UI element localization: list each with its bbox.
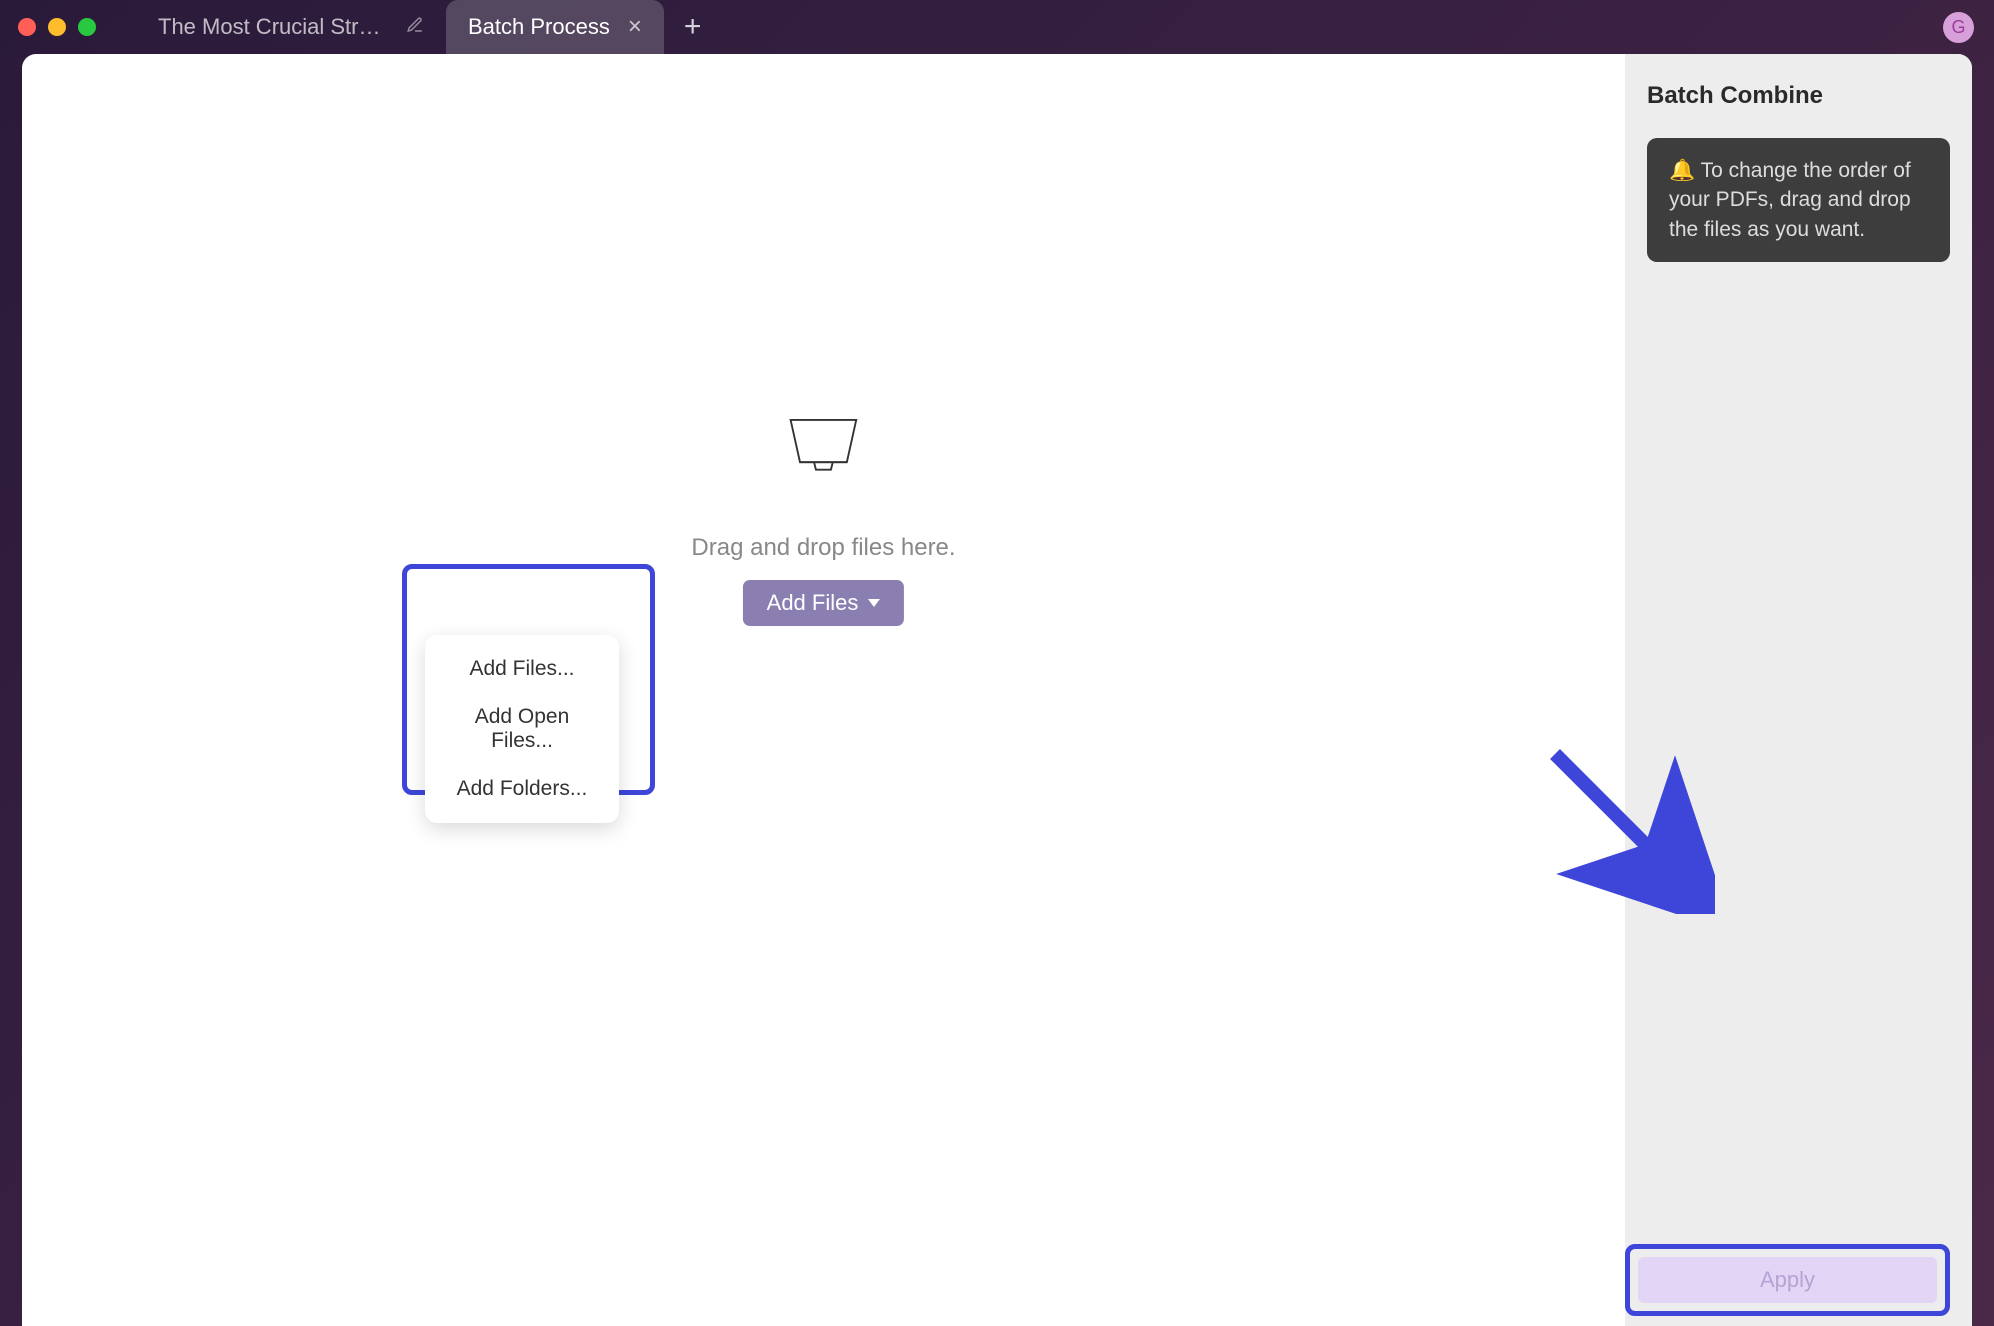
side-panel-title: Batch Combine: [1647, 82, 1950, 110]
minimize-window-button[interactable]: [48, 18, 66, 36]
tab-batch-process[interactable]: Batch Process ×: [446, 0, 664, 54]
close-icon[interactable]: ×: [628, 13, 642, 41]
maximize-window-button[interactable]: [78, 18, 96, 36]
edit-icon[interactable]: [406, 16, 424, 39]
new-tab-button[interactable]: +: [664, 0, 722, 54]
side-panel: Batch Combine 🔔 To change the order of y…: [1625, 54, 1972, 1326]
add-files-dropdown: Add Files... Add Open Files... Add Folde…: [425, 635, 619, 823]
main-panel: Drag and drop files here. Add Files Add …: [22, 54, 1625, 1326]
tab-document[interactable]: The Most Crucial Strategy: [136, 0, 446, 54]
drop-zone[interactable]: Drag and drop files here. Add Files: [691, 414, 955, 626]
dropdown-item-add-open-files[interactable]: Add Open Files...: [425, 693, 619, 765]
tab-title: Batch Process: [468, 14, 610, 40]
avatar[interactable]: G: [1943, 12, 1974, 43]
info-box: 🔔 To change the order of your PDFs, drag…: [1647, 138, 1950, 262]
drop-zone-text: Drag and drop files here.: [691, 534, 955, 562]
apply-button[interactable]: Apply: [1638, 1257, 1937, 1303]
tab-title: The Most Crucial Strategy: [158, 14, 388, 40]
tabs-bar: The Most Crucial Strategy Batch Process …: [136, 0, 721, 54]
close-window-button[interactable]: [18, 18, 36, 36]
add-files-label: Add Files: [767, 590, 859, 616]
app-window: The Most Crucial Strategy Batch Process …: [0, 0, 1994, 1326]
content-area: Drag and drop files here. Add Files Add …: [22, 54, 1972, 1326]
titlebar: The Most Crucial Strategy Batch Process …: [0, 0, 1994, 54]
inbox-icon: [786, 414, 861, 484]
annotation-highlight-apply: Apply: [1625, 1244, 1950, 1316]
dropdown-item-add-files[interactable]: Add Files...: [425, 645, 619, 693]
window-controls: [18, 18, 96, 36]
add-files-button[interactable]: Add Files: [743, 580, 905, 626]
caret-down-icon: [868, 599, 880, 607]
apply-container: Apply: [1625, 1244, 1950, 1316]
dropdown-item-add-folders[interactable]: Add Folders...: [425, 765, 619, 813]
avatar-initial: G: [1951, 17, 1965, 38]
